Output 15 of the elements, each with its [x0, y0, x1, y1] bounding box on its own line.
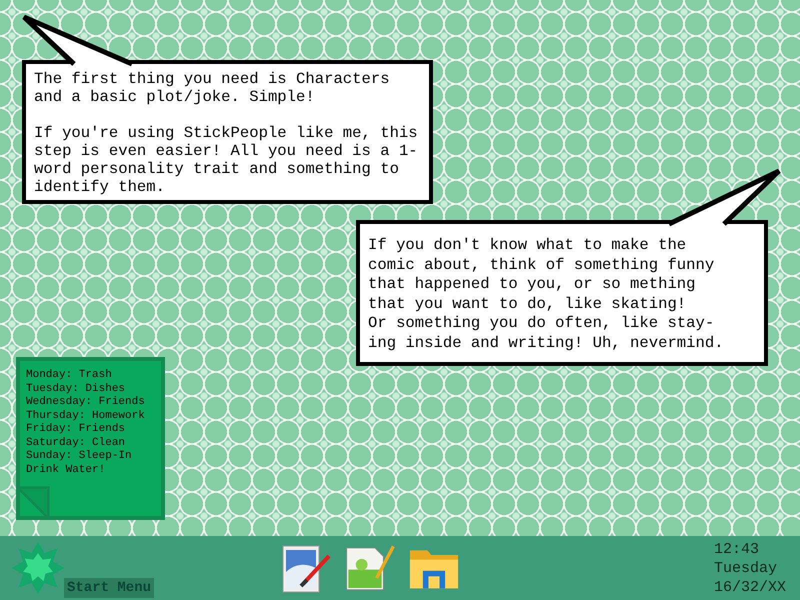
note-line: Drink Water! — [26, 464, 106, 477]
start-menu-button[interactable]: Start Menu — [64, 578, 154, 598]
note-line: Thursday: Homework — [26, 410, 146, 423]
note-line: Friday: Friends — [26, 423, 126, 436]
note-line: Tuesday: Dishes — [26, 382, 126, 396]
bubble-text: The first thing you need is Characters and a basic plot/joke. Simple! If you're using StickPeople like me, this step is even easier! All you need is a 1- word personality trait and something to identify them. — [34, 70, 419, 196]
clock-day: Tuesday — [714, 558, 786, 578]
clock-date: 16/32/XX — [714, 578, 786, 596]
bubble-text: If you don't know what to make the comic about, think of something funny that happened to you, or so mething that you want to do, like skating! Or something you do often, like stay- ing inside and writing! Uh, nevermind. — [368, 236, 725, 354]
note-line: Monday: Trash — [26, 369, 113, 382]
note-line: Sunday: Sleep-In — [26, 450, 133, 464]
note-line: Saturday: Clean — [26, 436, 126, 450]
note-line: Wednesday: Friends — [26, 396, 146, 410]
clock-time: 12:43 — [714, 540, 760, 558]
star-icon[interactable] — [10, 540, 66, 596]
